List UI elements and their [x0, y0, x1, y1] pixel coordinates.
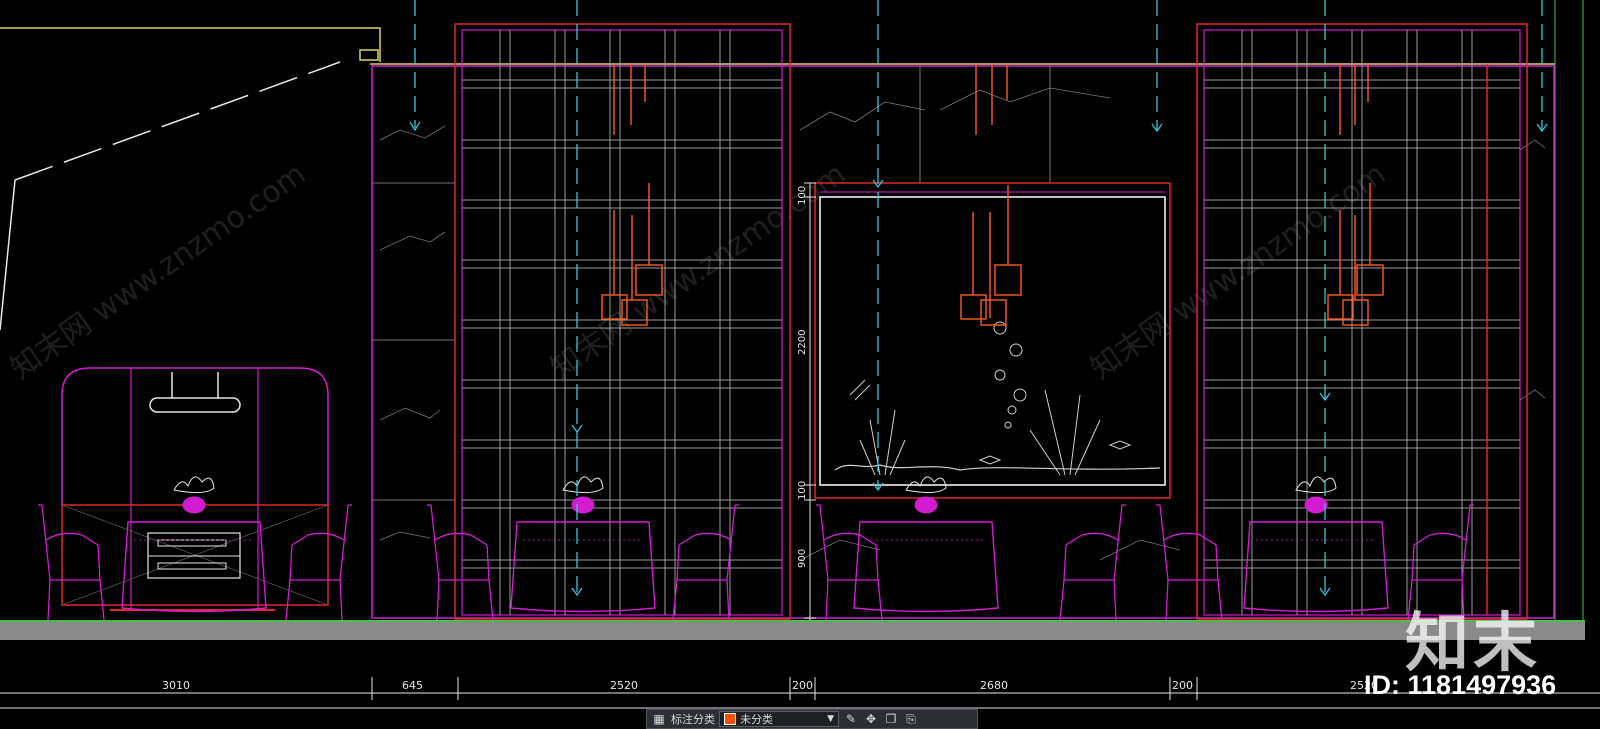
table-3 — [1243, 521, 1389, 613]
cad-drawing-canvas[interactable]: 知末网 www.znzmo.com 知末网 www.znzmo.com 知末网 … — [0, 0, 1600, 729]
table-1 — [510, 521, 656, 613]
vdim-bottom-100: 100 — [797, 481, 808, 500]
hdim-3010: 3010 — [162, 679, 190, 692]
watermark-1: 知末网 www.znzmo.com — [5, 157, 313, 387]
category-select-value: 未分类 — [740, 713, 773, 726]
vase-2 — [914, 496, 938, 514]
annotation-category-label: 标注分类 — [671, 713, 715, 726]
chair-booth-right — [285, 504, 352, 621]
edit-icon[interactable]: ✎ — [843, 711, 859, 727]
pendant-lamps-center-top — [975, 64, 1008, 135]
paste-icon[interactable]: ⎘ — [903, 711, 919, 727]
table-2 — [853, 521, 999, 613]
marble-wall — [371, 65, 1555, 619]
vdim-2200: 2200 — [797, 330, 808, 355]
chair-1-right — [672, 504, 739, 621]
booth-seating — [61, 367, 329, 611]
chevron-down-icon: ▼ — [827, 714, 834, 724]
furniture-group — [38, 476, 1474, 621]
move-icon[interactable]: ✥ — [863, 711, 879, 727]
hdim-2680: 2680 — [980, 679, 1008, 692]
right-lattice-panel — [1196, 23, 1528, 620]
vdim-900: 900 — [797, 549, 808, 568]
hdim-200-right: 200 — [1172, 679, 1193, 692]
vdim-top-100: 100 — [797, 186, 808, 205]
right-wall-hatch — [1554, 0, 1584, 622]
hdim-2520-left: 2520 — [610, 679, 638, 692]
chair-1-left — [427, 504, 494, 621]
vase-3-plant — [1295, 476, 1337, 494]
stair-lines — [0, 27, 381, 331]
vase-1 — [571, 496, 595, 514]
chair-2-right — [1059, 504, 1126, 621]
hdim-200-left: 200 — [792, 679, 813, 692]
chair-3-left — [1156, 504, 1223, 621]
annotation-category-select[interactable]: 未分类 ▼ — [719, 711, 839, 727]
grid-icon[interactable]: ▦ — [651, 711, 667, 727]
category-color-swatch — [724, 713, 736, 725]
vase-booth — [182, 496, 206, 514]
vase-booth-plant — [173, 476, 215, 494]
vase-1-plant — [562, 476, 604, 494]
chair-booth-left — [38, 504, 105, 621]
asset-id-label: ID: 1181497936 — [1364, 670, 1557, 700]
vase-3 — [1304, 496, 1328, 514]
annotation-category-toolbar: ▦ 标注分类 未分类 ▼ ✎ ✥ ❐ ⎘ — [646, 709, 978, 729]
watermark-3: 知末网 www.znzmo.com — [1085, 157, 1393, 387]
floor-slab — [0, 622, 1585, 640]
hdim-645: 645 — [402, 679, 423, 692]
copy-icon[interactable]: ❐ — [883, 711, 899, 727]
